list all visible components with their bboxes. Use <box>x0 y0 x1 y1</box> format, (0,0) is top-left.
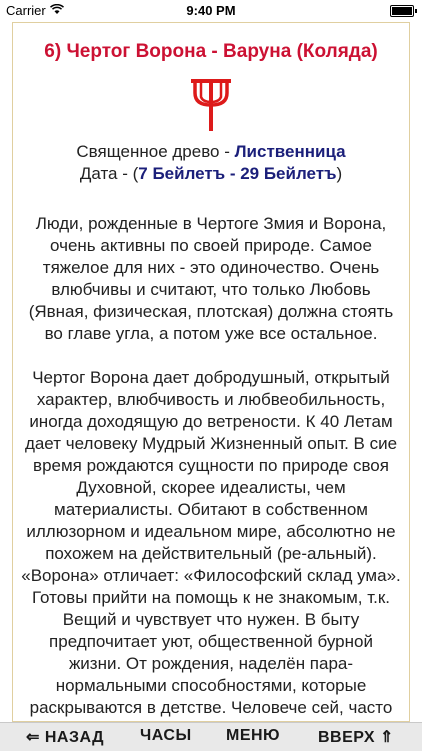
hours-button[interactable]: ЧАСЫ <box>140 727 192 745</box>
date-label: Дата - ( <box>79 164 139 183</box>
tree-value: Лиственница <box>234 142 346 161</box>
date-value: 7 Бейлетъ - 29 Бейлетъ <box>138 164 337 183</box>
date-close: ) <box>336 164 343 183</box>
paragraph-intro: Люди, рожденные в Чертоге Змия и Ворона,… <box>28 214 394 343</box>
scroll-up-button[interactable]: ВВЕРХ ⇑ <box>318 727 394 747</box>
status-bar: Carrier 9:40 PM <box>0 0 422 20</box>
battery-icon <box>390 5 417 17</box>
trident-icon <box>191 79 231 131</box>
chapter-title: 6) Чертог Ворона - Варуна (Коляда) <box>44 41 378 62</box>
date-line: Дата - (7 Бейлетъ - 29 Бейлетъ) <box>13 163 409 185</box>
back-button[interactable]: ⇐ НАЗАД <box>26 727 104 747</box>
tree-label: Священное древо - <box>76 142 235 161</box>
article-content[interactable]: 6) Чертог Ворона - Варуна (Коляда) Свяще… <box>12 22 410 722</box>
status-time: 9:40 PM <box>186 3 236 18</box>
menu-button[interactable]: МЕНЮ <box>226 727 280 745</box>
bottom-nav: ⇐ НАЗАД ЧАСЫ МЕНЮ ВВЕРХ ⇑ <box>0 722 422 751</box>
tree-line: Священное древо - Лиственница <box>13 141 409 163</box>
paragraph-details: Чертог Ворона дает добродушный, открытый… <box>21 368 401 721</box>
